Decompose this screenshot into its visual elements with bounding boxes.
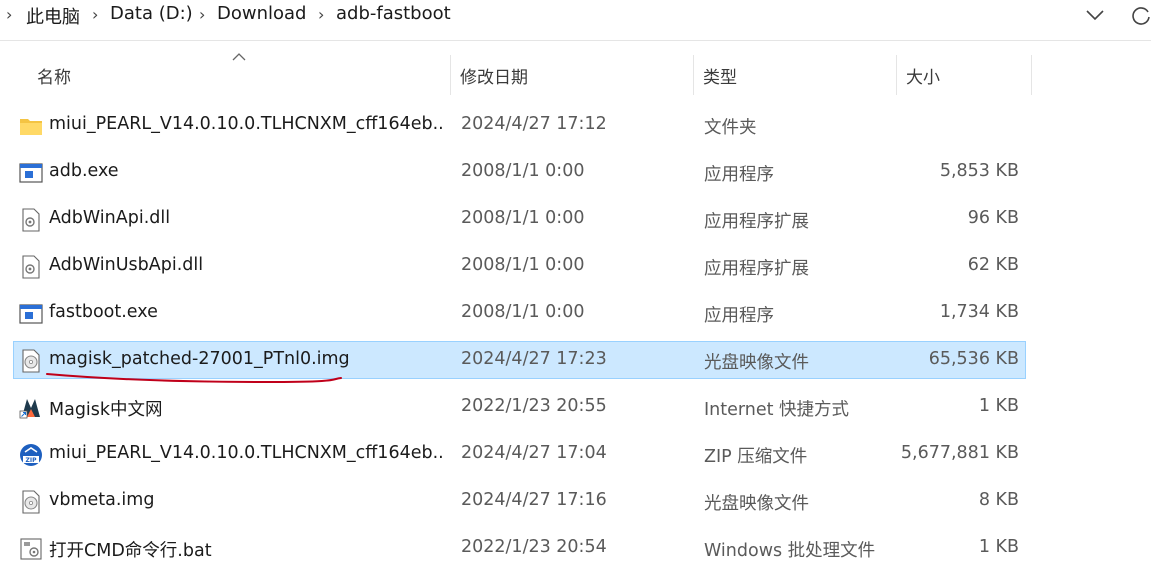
file-date: 2008/1/1 0:00 bbox=[461, 255, 585, 275]
chevron-right-icon[interactable]: › bbox=[6, 5, 12, 24]
column-divider[interactable] bbox=[693, 55, 694, 95]
bat-icon bbox=[20, 538, 42, 560]
breadcrumb-adb-fastboot[interactable]: adb-fastboot bbox=[336, 3, 451, 24]
file-date: 2024/4/27 17:04 bbox=[461, 443, 607, 463]
chevron-right-icon[interactable]: › bbox=[92, 5, 98, 24]
breadcrumb-this-pc[interactable]: 此电脑 bbox=[26, 3, 80, 29]
svg-text:ZIP: ZIP bbox=[26, 457, 38, 464]
file-type: 应用程序扩展 bbox=[704, 212, 809, 232]
file-row[interactable]: adb.exe 2008/1/1 0:00 应用程序 5,853 KB bbox=[13, 153, 1026, 191]
file-name: adb.exe bbox=[49, 161, 119, 181]
file-name: miui_PEARL_V14.0.10.0.TLHCNXM_cff164eb..… bbox=[49, 443, 444, 463]
column-header-row: 名称 修改日期 类型 大小 bbox=[0, 53, 1151, 95]
file-row[interactable]: Magisk中文网 2022/1/23 20:55 Internet 快捷方式 … bbox=[13, 388, 1026, 426]
file-size: 1 KB bbox=[978, 537, 1019, 557]
file-name: 打开CMD命令行.bat bbox=[49, 541, 212, 561]
file-row[interactable]: ZIP miui_PEARL_V14.0.10.0.TLHCNXM_cff164… bbox=[13, 435, 1026, 473]
file-type: ZIP 压缩文件 bbox=[704, 447, 808, 467]
file-name: AdbWinUsbApi.dll bbox=[49, 255, 204, 275]
file-date: 2008/1/1 0:00 bbox=[461, 161, 585, 181]
column-divider[interactable] bbox=[450, 55, 451, 95]
exe-icon bbox=[19, 304, 43, 324]
file-row[interactable]: AdbWinApi.dll 2008/1/1 0:00 应用程序扩展 96 KB bbox=[13, 200, 1026, 238]
file-row[interactable]: vbmeta.img 2024/4/27 17:16 光盘映像文件 8 KB bbox=[13, 482, 1026, 520]
magisk-shortcut-icon bbox=[19, 399, 40, 419]
zip-icon: ZIP bbox=[20, 444, 42, 466]
file-size: 65,536 KB bbox=[928, 349, 1019, 369]
annotation-underline bbox=[46, 373, 342, 384]
file-name: AdbWinApi.dll bbox=[49, 208, 171, 228]
file-type: 应用程序 bbox=[704, 306, 774, 326]
dll-icon bbox=[22, 208, 40, 232]
folder-icon bbox=[20, 119, 42, 135]
file-size: 62 KB bbox=[967, 255, 1019, 275]
file-type: 光盘映像文件 bbox=[704, 353, 809, 373]
breadcrumb-data-drive[interactable]: Data (D:) bbox=[110, 3, 193, 24]
file-date: 2024/4/27 17:12 bbox=[461, 114, 607, 134]
chevron-down-icon[interactable] bbox=[1084, 4, 1106, 26]
file-date: 2024/4/27 17:23 bbox=[461, 349, 607, 369]
file-name: Magisk中文网 bbox=[49, 400, 163, 420]
file-type: 应用程序 bbox=[704, 165, 774, 185]
file-size: 5,853 KB bbox=[939, 161, 1019, 181]
file-name: magisk_patched-27001_PTnl0.img bbox=[49, 349, 350, 369]
chevron-right-icon[interactable]: › bbox=[199, 5, 205, 24]
breadcrumb-download[interactable]: Download bbox=[217, 3, 306, 24]
file-row[interactable]: AdbWinUsbApi.dll 2008/1/1 0:00 应用程序扩展 62… bbox=[13, 247, 1026, 285]
file-type: 光盘映像文件 bbox=[704, 494, 809, 514]
column-divider[interactable] bbox=[896, 55, 897, 95]
file-name: fastboot.exe bbox=[49, 302, 158, 322]
chevron-right-icon[interactable]: › bbox=[318, 5, 324, 24]
file-row[interactable]: fastboot.exe 2008/1/1 0:00 应用程序 1,734 KB bbox=[13, 294, 1026, 332]
sort-ascending-icon bbox=[232, 53, 246, 61]
file-date: 2022/1/23 20:55 bbox=[461, 396, 607, 416]
file-name: miui_PEARL_V14.0.10.0.TLHCNXM_cff164eb..… bbox=[49, 114, 444, 134]
column-header-type[interactable]: 类型 bbox=[703, 63, 737, 88]
file-date: 2008/1/1 0:00 bbox=[461, 208, 585, 228]
file-size: 8 KB bbox=[978, 490, 1019, 510]
disc-image-icon bbox=[22, 490, 40, 514]
address-divider bbox=[0, 40, 1151, 41]
file-name: vbmeta.img bbox=[49, 490, 155, 510]
file-row[interactable]: 打开CMD命令行.bat 2022/1/23 20:54 Windows 批处理… bbox=[13, 529, 1026, 567]
file-type: 应用程序扩展 bbox=[704, 259, 809, 279]
disc-image-icon bbox=[22, 349, 40, 373]
exe-icon bbox=[19, 163, 43, 183]
file-date: 2022/1/23 20:54 bbox=[461, 537, 607, 557]
file-size: 1,734 KB bbox=[939, 302, 1019, 322]
file-size: 5,677,881 KB bbox=[900, 443, 1019, 463]
refresh-icon[interactable] bbox=[1130, 4, 1151, 26]
file-date: 2008/1/1 0:00 bbox=[461, 302, 585, 322]
file-size: 96 KB bbox=[967, 208, 1019, 228]
file-row[interactable]: miui_PEARL_V14.0.10.0.TLHCNXM_cff164eb..… bbox=[13, 106, 1026, 144]
column-divider[interactable] bbox=[1031, 55, 1032, 95]
file-type: Internet 快捷方式 bbox=[704, 400, 850, 420]
dll-icon bbox=[22, 255, 40, 279]
file-type: Windows 批处理文件 bbox=[704, 541, 876, 561]
file-size: 1 KB bbox=[978, 396, 1019, 416]
column-header-name[interactable]: 名称 bbox=[37, 63, 71, 88]
address-bar: › 此电脑 › Data (D:) › Download › adb-fastb… bbox=[0, 0, 1151, 32]
column-header-date[interactable]: 修改日期 bbox=[460, 63, 528, 88]
column-header-size[interactable]: 大小 bbox=[906, 63, 940, 88]
file-date: 2024/4/27 17:16 bbox=[461, 490, 607, 510]
file-type: 文件夹 bbox=[704, 118, 757, 138]
